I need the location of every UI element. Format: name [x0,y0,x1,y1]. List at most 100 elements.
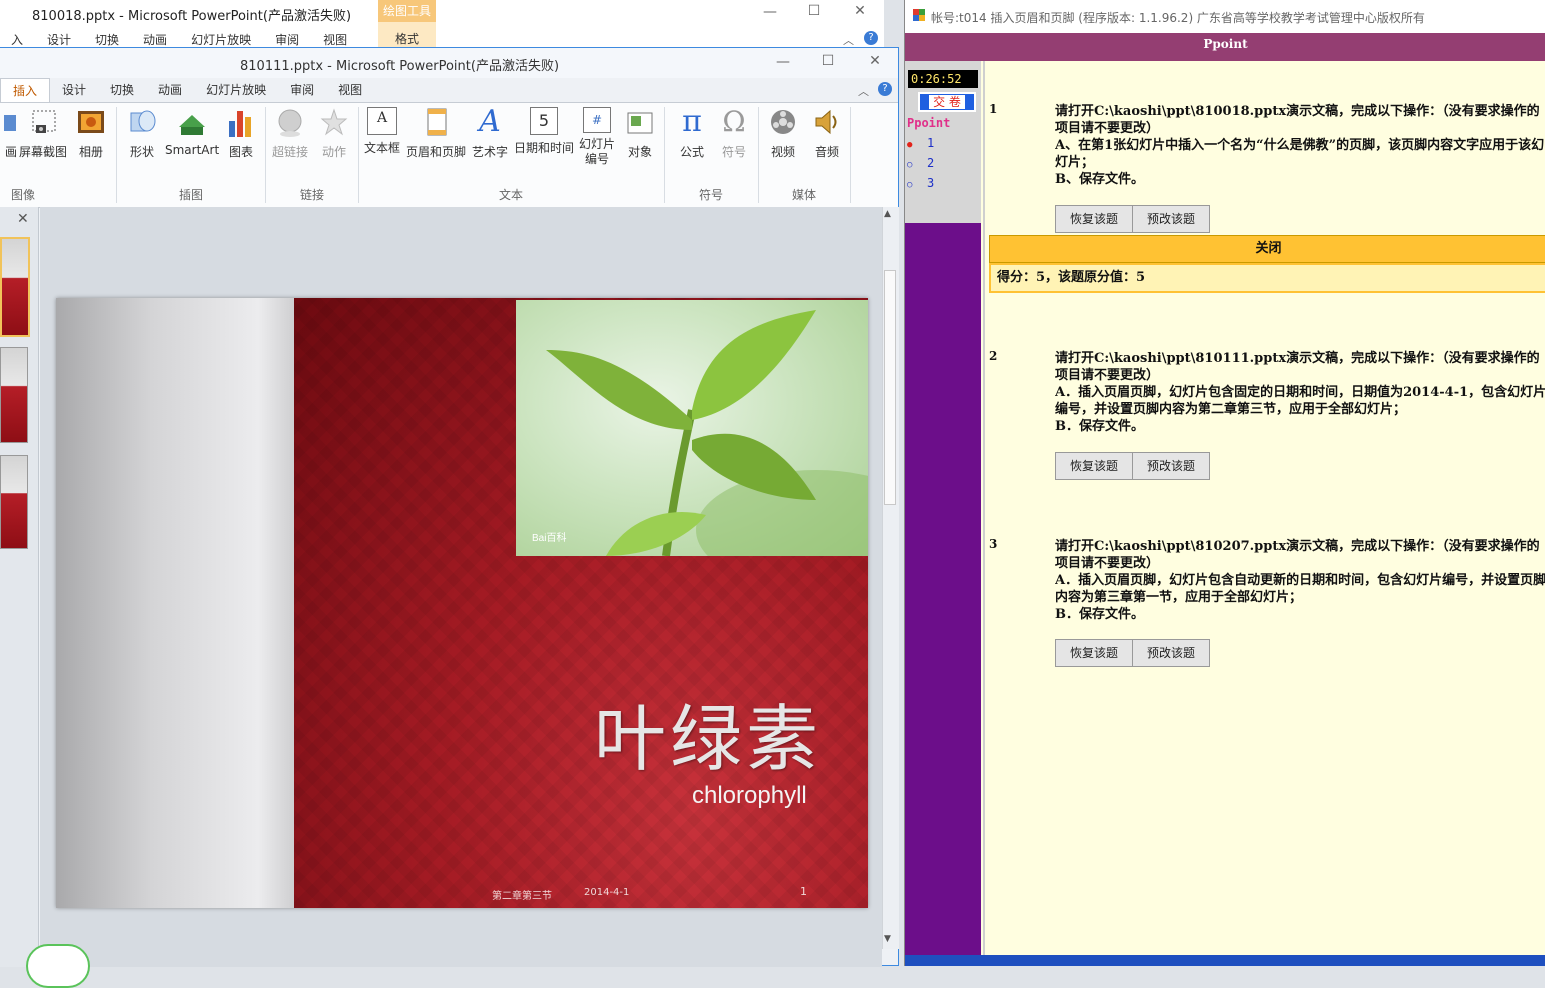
front-minimize-button[interactable]: — [768,54,798,70]
current-slide[interactable]: Bai百科 叶绿素 chlorophyll 第二章第三节 2014-4-1 1 [56,298,868,908]
close-pane-icon[interactable]: ✕ [17,211,29,227]
video-label: 视频 [770,145,795,159]
slide-subtitle[interactable]: chlorophyll [692,782,807,810]
tab-animations[interactable]: 动画 [146,78,194,102]
screenshot-icon [28,107,58,139]
tab-review[interactable]: 审阅 [278,78,326,102]
smartart-label: SmartArt [165,143,220,157]
front-help-icon[interactable]: ? [878,82,892,96]
slide-title[interactable]: 叶绿素 [594,680,822,785]
slide-left-gradient-panel [56,298,294,908]
slide-thumbnail-1[interactable] [0,237,30,337]
equation-button[interactable]: π 公式 [677,107,707,160]
back-close-button[interactable]: ✕ [845,3,875,19]
back-tab-slideshow[interactable]: 幻灯片放映 [180,33,264,48]
back-maximize-button[interactable]: ☐ [799,3,829,19]
back-tab-view[interactable]: 视图 [312,33,360,48]
scroll-up-icon[interactable]: ▲ [884,209,891,219]
tab-slideshow[interactable]: 幻灯片放映 [194,78,278,102]
audio-button[interactable]: 音频 [812,107,842,160]
slide-number-button[interactable]: # 幻灯片 编号 [579,107,615,167]
object-button[interactable]: 对象 [625,107,655,160]
textbox-button[interactable]: A 文本框 [364,107,400,156]
question-3-number: 3 [989,537,998,551]
hyperlink-button[interactable]: 超链接 [272,107,308,160]
question-3-preview-button[interactable]: 预改该题 [1132,639,1210,667]
front-close-button[interactable]: ✕ [860,53,890,69]
nav-question-2[interactable]: ○ 2 [907,156,934,170]
scroll-down-icon[interactable]: ▼ [884,934,891,944]
nav-question-number: 2 [927,156,935,170]
slide-number[interactable]: 1 [800,885,807,898]
back-minimize-button[interactable]: — [755,4,785,20]
header-footer-icon [421,107,451,139]
tab-transitions[interactable]: 切换 [98,78,146,102]
slide-number-icon: # [583,107,611,133]
tab-design[interactable]: 设计 [50,78,98,102]
floating-indicator[interactable] [26,944,90,988]
wordart-button[interactable]: A 艺术字 [472,107,508,160]
screenshot-button[interactable]: 屏幕截图 [19,107,67,160]
chart-label: 图表 [228,145,253,159]
slide-footer-text[interactable]: 第二章第三节 [492,887,552,902]
object-icon [625,107,655,139]
question-marker: ○ [907,160,913,170]
back-tab-transitions[interactable]: 切换 [84,33,132,48]
slide-thumbnail-3[interactable] [0,455,28,549]
nav-question-1[interactable]: ● 1 [907,136,934,150]
back-tab-design[interactable]: 设计 [36,33,84,48]
album-label: 相册 [78,145,103,159]
back-help-icon[interactable]: ? [864,31,878,45]
question-1-preview-button[interactable]: 预改该题 [1132,205,1210,233]
question-3-restore-button[interactable]: 恢复该题 [1055,639,1133,667]
shapes-button[interactable]: 形状 [127,107,157,160]
group-separator [116,107,117,203]
textbox-icon: A [367,107,397,135]
symbol-label: 符号 [721,145,746,159]
symbol-button[interactable]: Ω 符号 [719,107,749,160]
back-collapse-ribbon-icon[interactable]: ︿ [843,32,854,48]
leaf-photo[interactable]: Bai百科 [516,300,868,556]
submit-exam-button[interactable]: 交 卷 [918,92,976,112]
header-footer-button[interactable]: 页眉和页脚 [406,107,466,160]
group-links: 链接 [299,188,324,202]
photo-album-icon [76,107,106,139]
object-label: 对象 [627,145,652,159]
action-button[interactable]: 动作 [319,107,349,160]
front-maximize-button[interactable]: ☐ [813,53,843,69]
question-2-preview-button[interactable]: 预改该题 [1132,452,1210,480]
hyperlink-label: 超链接 [272,145,309,159]
slide-date[interactable]: 2014-4-1 [584,887,629,898]
exam-app-name: Ppoint [905,33,1545,61]
exam-bottom-bar [905,955,1545,966]
group-separator [758,107,759,203]
speaker-icon [812,107,842,139]
datetime-button[interactable]: 5 日期和时间 [514,107,574,156]
tab-view[interactable]: 视图 [326,78,374,102]
front-titlebar: 810111.pptx - Microsoft PowerPoint(产品激活失… [0,48,898,78]
slide-thumbnail-2[interactable] [0,347,28,443]
back-tab-animations[interactable]: 动画 [132,33,180,48]
tab-insert[interactable]: 插入 [0,78,51,102]
drawing-tools-header: 绘图工具 [378,0,436,22]
action-star-icon [319,107,349,139]
screenshot-label: 屏幕截图 [19,145,68,159]
question-2-restore-button[interactable]: 恢复该题 [1055,452,1133,480]
question-1-score: 得分：5，该题原分值：5 [989,263,1545,293]
album-button[interactable]: 相册 [76,107,106,160]
video-button[interactable]: 视频 [768,107,798,160]
group-text: 文本 [498,188,523,202]
question-1-restore-button[interactable]: 恢复该题 [1055,205,1133,233]
back-tab-insert[interactable]: 入 [0,33,36,48]
leaf-illustration: Bai百科 [532,310,868,556]
film-reel-icon [768,107,798,139]
question-1-text: 请打开C:\kaoshi\ppt\810018.pptx演示文稿，完成以下操作：… [1055,104,1545,187]
back-tab-review[interactable]: 审阅 [264,33,312,48]
back-tab-format[interactable]: 格式 [378,22,436,48]
scrollbar-thumb[interactable] [884,270,896,505]
chart-button[interactable]: 图表 [226,107,256,160]
front-collapse-ribbon-icon[interactable]: ︿ [858,83,869,99]
close-result-button[interactable]: 关闭 [989,235,1545,263]
nav-question-3[interactable]: ○ 3 [907,176,934,190]
smartart-button[interactable]: SmartArt [165,107,219,157]
